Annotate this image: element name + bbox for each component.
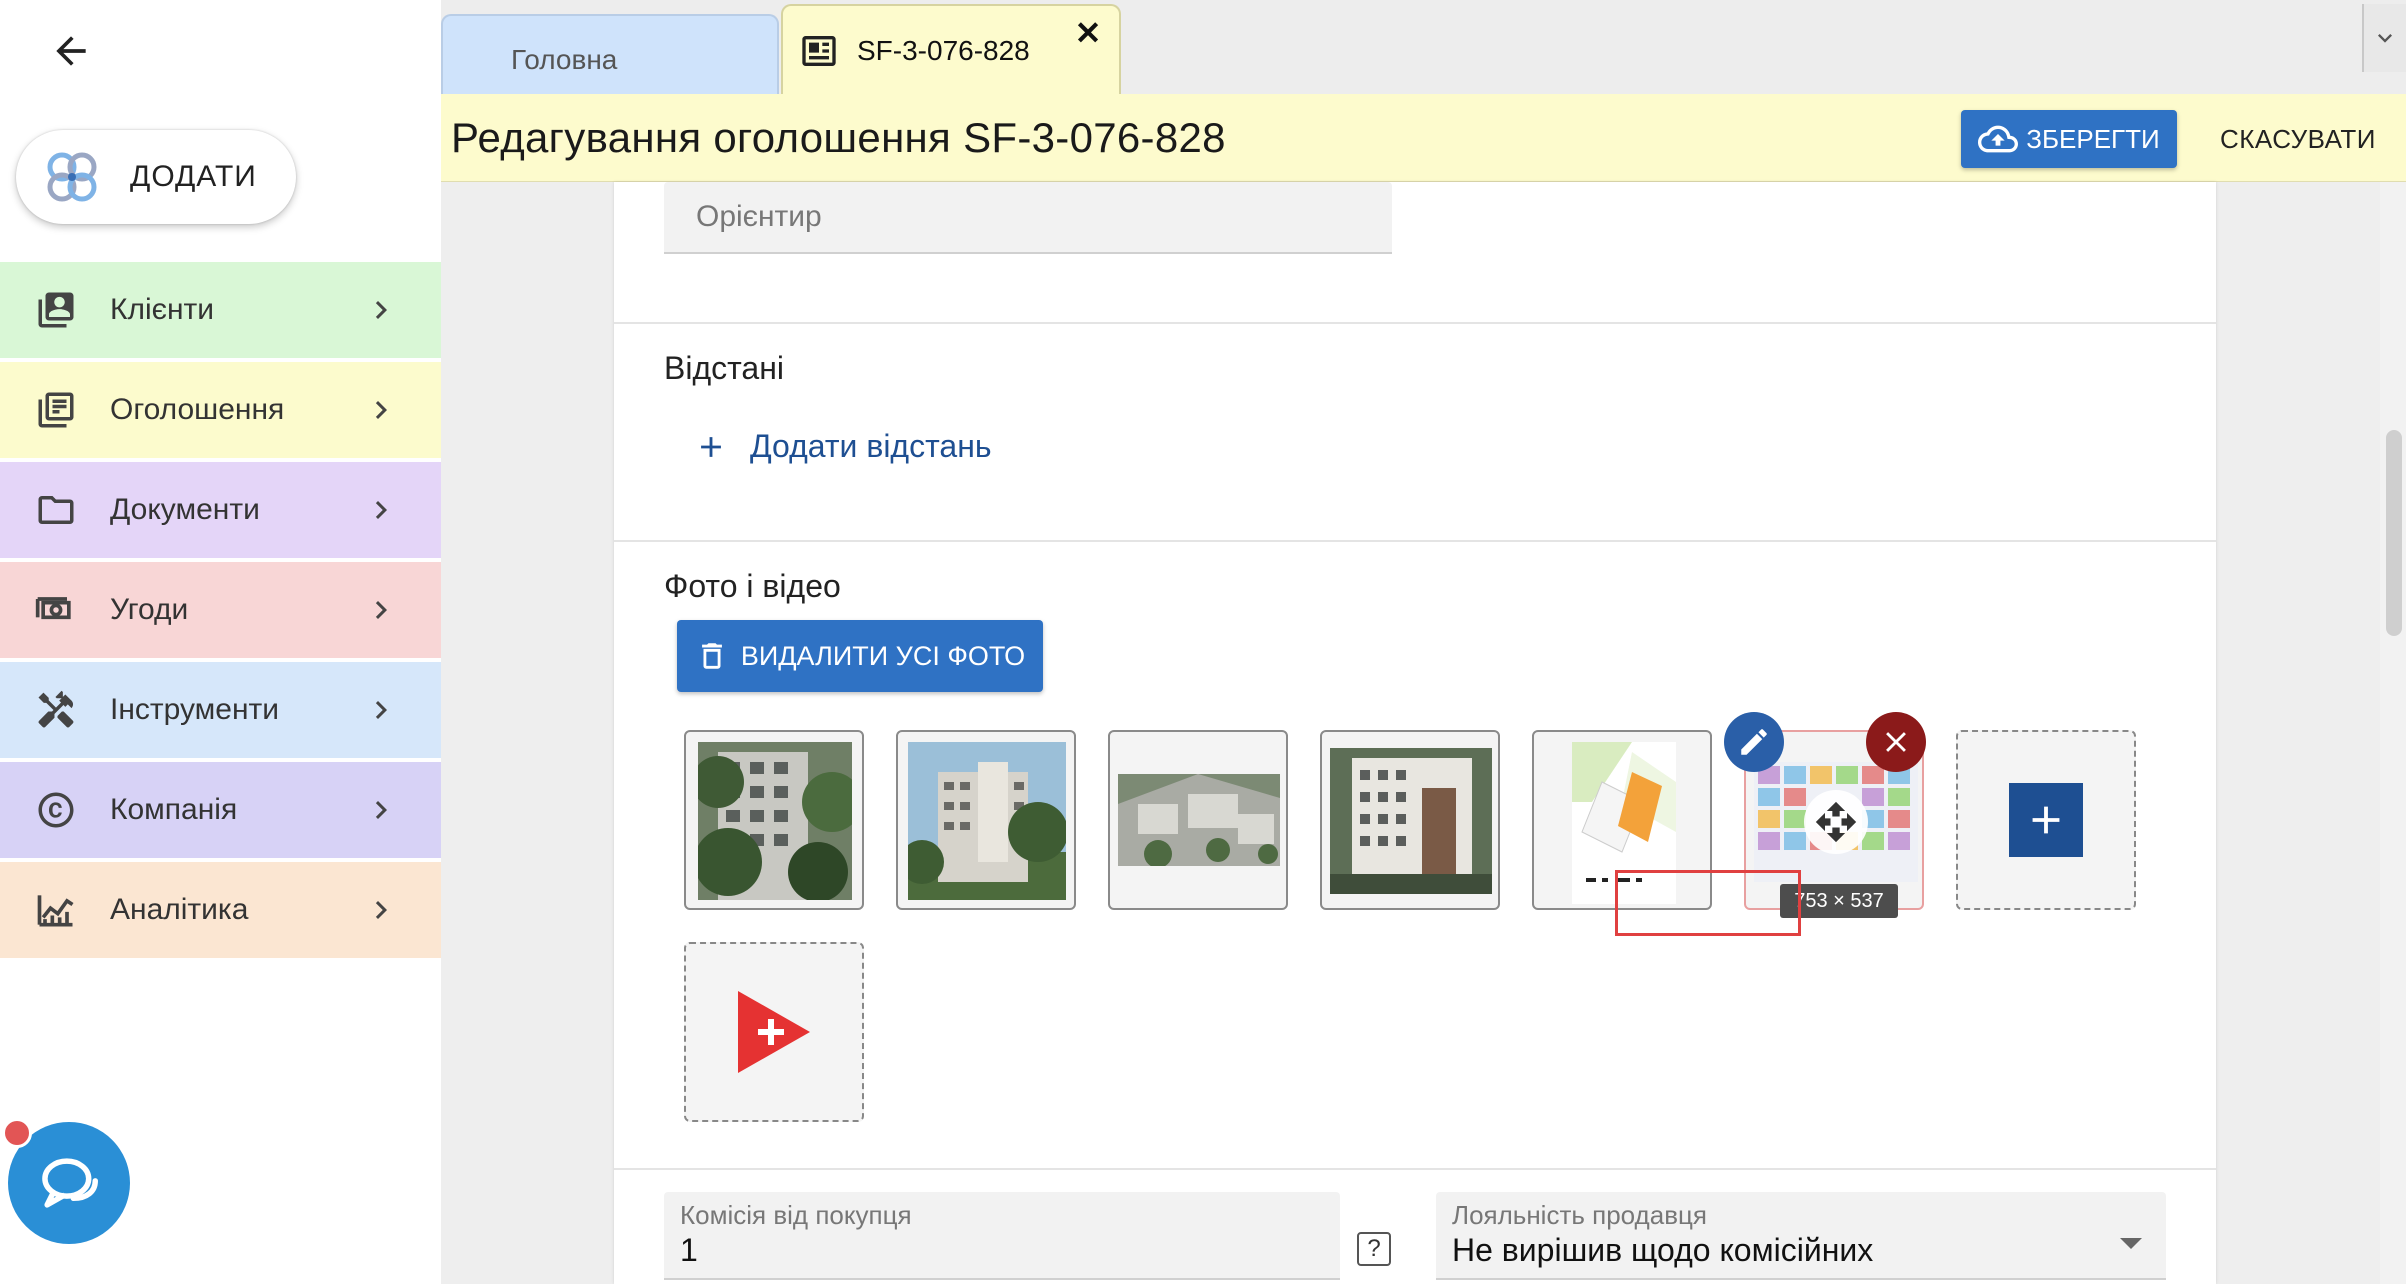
add-photo-button[interactable] (1956, 730, 2136, 910)
menu-item-clients[interactable]: Клієнти (0, 262, 441, 358)
chevron-right-icon (375, 501, 387, 519)
menu-item-documents[interactable]: Документи (0, 462, 441, 558)
photo-image (908, 742, 1066, 900)
tab-listing-edit[interactable]: SF-3-076-828 ✕ (781, 4, 1121, 96)
menu-item-company[interactable]: Компанія (0, 762, 441, 858)
menu-item-tools[interactable]: Інструменти (0, 662, 441, 758)
add-video-button[interactable] (684, 942, 864, 1122)
add-distance-button[interactable]: Додати відстань (694, 428, 992, 465)
close-tab-icon[interactable]: ✕ (1073, 17, 1103, 49)
app-logo-icon (47, 152, 97, 202)
pencil-icon (1741, 729, 1767, 755)
add-button-label: ДОДАТИ (130, 160, 257, 193)
section-divider (614, 322, 2216, 324)
photo-image (1118, 774, 1280, 866)
commission-value: 1 (680, 1232, 698, 1268)
listing-icon (802, 36, 836, 66)
menu-item-label: Компанія (110, 793, 238, 826)
delete-all-photos-button[interactable]: ВИДАЛИТИ УСІ ФОТО (677, 620, 1043, 692)
remove-photo-button[interactable] (1866, 712, 1926, 772)
cancel-button[interactable]: СКАСУВАТИ (2203, 110, 2393, 168)
tab-home-label: Головна (511, 44, 618, 75)
analytics-icon (32, 886, 80, 934)
seller-loyalty-select[interactable]: Лояльність продавця Не вирішив щодо комі… (1436, 1192, 2166, 1280)
photo-thumbnail-3[interactable] (1108, 730, 1288, 910)
contacts-icon (32, 286, 80, 334)
photo-image (1572, 742, 1676, 904)
plus-icon (701, 436, 721, 457)
commission-field[interactable]: Комісія від покупця 1 (664, 1192, 1340, 1280)
distances-title: Відстані (664, 350, 784, 386)
chat-icon (42, 1158, 98, 1208)
video-add-icon (738, 991, 810, 1073)
photo-thumbnail-2[interactable] (896, 730, 1076, 910)
help-icon[interactable]: ? (1357, 1232, 1391, 1266)
chevron-right-icon (375, 701, 387, 719)
main-area: Головна SF-3-076-828 ✕ Редагування оголо… (441, 0, 2406, 1284)
chevron-right-icon (375, 801, 387, 819)
copyright-icon (32, 786, 80, 834)
save-button-label: ЗБЕРЕГТИ (2026, 123, 2160, 154)
arrow-left-icon (56, 36, 86, 66)
photo-thumbnail-4[interactable] (1320, 730, 1500, 910)
landmark-placeholder: Орієнтир (696, 200, 822, 233)
drag-handle[interactable] (1804, 790, 1868, 854)
page-header: Редагування оголошення SF-3-076-828 ЗБЕР… (441, 94, 2406, 182)
chevron-down-icon (2378, 34, 2392, 43)
menu-item-label: Документи (110, 493, 260, 526)
close-icon (1886, 732, 1906, 752)
image-dimensions-label: 753 × 537 (1780, 884, 1898, 918)
chevron-right-icon (375, 401, 387, 419)
commission-label: Комісія від покупця (680, 1200, 912, 1230)
scrollbar-thumb[interactable] (2386, 430, 2402, 636)
tab-title: SF-3-076-828 (857, 35, 1030, 66)
tools-icon (32, 686, 80, 734)
tab-bar: Головна SF-3-076-828 ✕ (441, 0, 2406, 96)
menu-item-analytics[interactable]: Аналітика (0, 862, 441, 958)
page-title: Редагування оголошення SF-3-076-828 (451, 114, 1226, 161)
listing-icon (32, 386, 80, 434)
landmark-input[interactable]: Орієнтир (664, 182, 1392, 254)
sidebar: ДОДАТИ Клієнти Оголошення Документи Угод… (0, 0, 441, 1284)
menu-item-deals[interactable]: Угоди (0, 562, 441, 658)
menu-item-label: Інструменти (110, 693, 280, 726)
folder-icon (32, 486, 80, 534)
menu-item-listings[interactable]: Оголошення (0, 362, 441, 458)
save-button[interactable]: ЗБЕРЕГТИ (1961, 110, 2177, 168)
loyalty-label: Лояльність продавця (1452, 1200, 1707, 1230)
add-distance-label: Додати відстань (750, 428, 992, 464)
add-button[interactable]: ДОДАТИ (16, 130, 296, 224)
cloud-upload-icon (1978, 125, 2019, 153)
plus-box-icon (2009, 783, 2083, 857)
notification-dot (2, 1118, 32, 1148)
media-title: Фото і відео (664, 568, 841, 604)
chevron-right-icon (375, 601, 387, 619)
delete-all-label: ВИДАЛИТИ УСІ ФОТО (740, 640, 1026, 671)
section-divider (614, 540, 2216, 542)
loyalty-value: Не вирішив щодо комісійних (1452, 1232, 1874, 1268)
edit-photo-button[interactable] (1724, 712, 1784, 772)
photo-thumbnail-5[interactable] (1532, 730, 1712, 910)
section-divider (614, 1168, 2216, 1170)
money-icon (32, 586, 80, 634)
main-menu: Клієнти Оголошення Документи Угоди Інстр… (0, 262, 441, 962)
menu-item-label: Угоди (110, 593, 189, 626)
listing-form: Орієнтир Відстані Додати відстань Фото і… (614, 182, 2216, 1284)
move-icon (1815, 801, 1857, 843)
cancel-button-label: СКАСУВАТИ (2220, 123, 2376, 154)
menu-item-label: Оголошення (110, 393, 285, 426)
tab-home[interactable]: Головна (441, 14, 779, 94)
trash-icon (701, 643, 722, 669)
scrollbar-track[interactable] (2380, 182, 2406, 1284)
tabs-dropdown-button[interactable] (2362, 4, 2406, 72)
photo-thumbnail-1[interactable] (684, 730, 864, 910)
menu-item-label: Клієнти (110, 293, 215, 326)
photo-image (698, 742, 852, 900)
back-button[interactable] (46, 26, 96, 76)
chevron-right-icon (375, 301, 387, 319)
chevron-right-icon (375, 901, 387, 919)
menu-item-label: Аналітика (110, 893, 249, 926)
dropdown-caret-icon (2120, 1238, 2142, 1249)
photo-image (1330, 748, 1492, 894)
